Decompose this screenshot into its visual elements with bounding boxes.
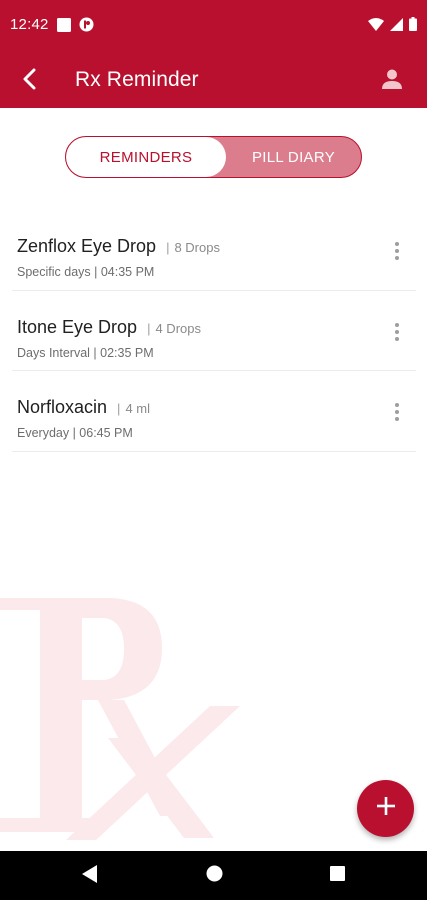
med-name-row: Zenflox Eye Drop | 8 Drops — [17, 236, 220, 257]
person-icon — [381, 68, 403, 95]
med-name-row: Norfloxacin | 4 ml — [17, 397, 150, 418]
system-nav-bar — [0, 851, 427, 900]
more-options-button[interactable] — [392, 240, 402, 262]
status-right-icons — [368, 17, 417, 36]
med-separator: | — [166, 240, 170, 255]
medication-list: Zenflox Eye Drop | 8 Drops Specific days… — [12, 210, 416, 452]
med-name: Itone Eye Drop — [17, 316, 138, 337]
status-time: 12:42 — [10, 16, 49, 33]
signal-icon — [390, 17, 403, 36]
nav-back-button[interactable] — [77, 863, 103, 889]
list-item[interactable]: Zenflox Eye Drop | 8 Drops Specific days… — [12, 210, 416, 291]
back-button[interactable] — [14, 66, 44, 96]
med-dose: 8 Drops — [174, 240, 220, 255]
more-vert-icon — [395, 322, 399, 327]
app-notification-icon — [79, 17, 94, 37]
med-separator: | — [147, 320, 151, 336]
med-separator: | — [117, 401, 121, 416]
square-notification-icon — [57, 17, 71, 37]
back-triangle-icon — [82, 864, 98, 888]
list-item[interactable]: Norfloxacin | 4 ml Everyday | 06:45 PM — [12, 371, 416, 452]
recents-square-icon — [329, 866, 345, 886]
list-item[interactable]: Itone Eye Drop | 4 Drops Days Interval |… — [12, 291, 416, 371]
rx-watermark — [0, 588, 250, 850]
med-schedule: Everyday | 06:45 PM — [17, 426, 133, 440]
page-title: Rx Reminder — [75, 68, 199, 91]
med-schedule: Days Interval | 02:35 PM — [17, 345, 154, 360]
more-options-button[interactable] — [392, 321, 402, 343]
med-schedule: Specific days | 04:35 PM — [17, 265, 155, 279]
status-left-icons — [57, 17, 94, 37]
med-dose: 4 Drops — [155, 320, 201, 336]
med-name-row: Itone Eye Drop | 4 Drops — [17, 317, 201, 338]
back-arrow-icon — [21, 68, 37, 95]
battery-icon — [409, 17, 417, 36]
status-bar: 12:42 — [0, 0, 427, 52]
plus-icon — [376, 797, 395, 820]
wifi-icon — [368, 17, 384, 36]
med-dose: 4 ml — [125, 401, 150, 416]
app-bar: Rx Reminder — [0, 52, 427, 108]
add-reminder-button[interactable] — [357, 780, 414, 837]
more-options-button[interactable] — [392, 401, 402, 423]
tab-pill-diary[interactable]: PILL DIARY — [226, 137, 361, 177]
med-name: Zenflox Eye Drop — [17, 236, 157, 256]
profile-button[interactable] — [377, 66, 407, 96]
nav-home-button[interactable] — [201, 863, 227, 889]
more-vert-icon — [395, 242, 399, 246]
more-vert-icon — [395, 403, 399, 407]
med-name: Norfloxacin — [17, 397, 108, 417]
tab-reminders[interactable]: REMINDERS — [66, 137, 226, 177]
home-circle-icon — [206, 865, 223, 887]
tab-switcher: REMINDERS PILL DIARY — [65, 136, 362, 178]
nav-recents-button[interactable] — [324, 863, 350, 889]
